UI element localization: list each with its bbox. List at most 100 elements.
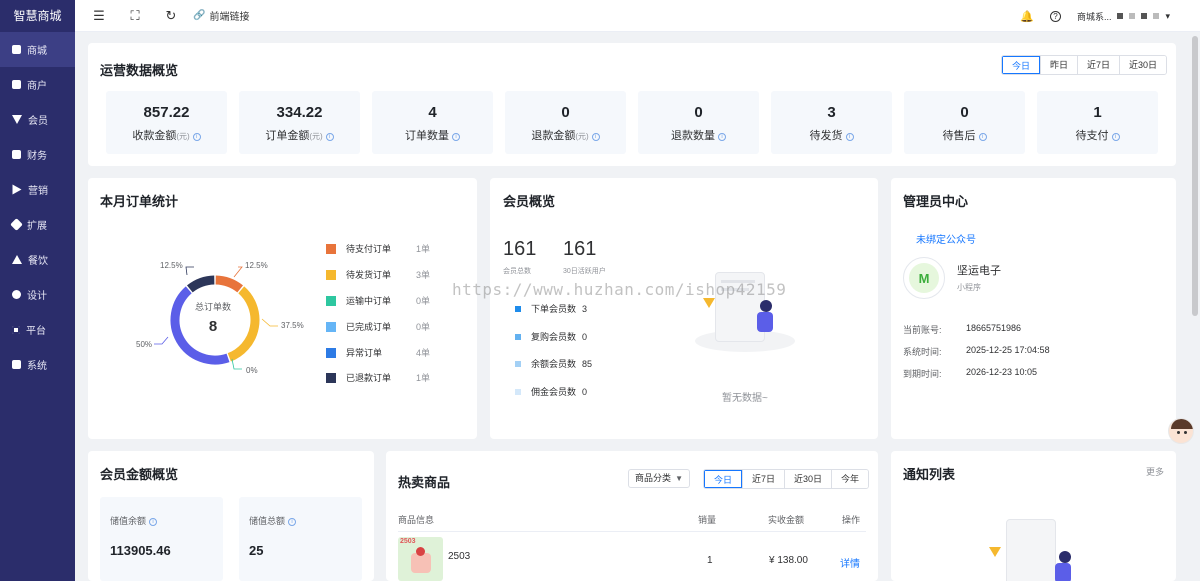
category-select[interactable]: 商品分类 ▼ (628, 469, 690, 488)
category-select-value: 商品分类 (635, 473, 672, 483)
notices-title: 通知列表 (903, 467, 956, 482)
sidebar-item-member[interactable]: 会员 (0, 102, 75, 137)
member-row-value: 3 (582, 303, 588, 314)
range-yesterday[interactable]: 昨日 (1040, 56, 1078, 74)
column-header-sales: 销量 (698, 515, 717, 525)
company-type: 小程序 (957, 283, 981, 292)
legend-label: 已退款订单 (346, 373, 392, 383)
expire-time-value: 2026-12-23 10:05 (966, 367, 1038, 377)
top-bar: ☰ ⛶ ↻ 🔗 前端链接 🔔 ? 商城系... ▾ (75, 0, 1200, 32)
stat-label: 订单金额(元) i (239, 127, 360, 143)
sidebar-item-platform[interactable]: 平台 (0, 312, 75, 347)
legend-item-shipping[interactable]: 运输中订单 0单 (326, 294, 430, 307)
stat-after-sales[interactable]: 0 待售后 i (904, 91, 1025, 154)
info-icon: i (149, 518, 158, 526)
unbind-official-account-link[interactable]: 未绑定公众号 (916, 231, 976, 246)
sidebar-item-label: 平台 (26, 326, 46, 337)
range-7days[interactable]: 近7日 (1077, 56, 1120, 74)
orders-card: 本月订单统计 (88, 178, 477, 439)
stat-value: 0 (694, 104, 703, 121)
member-row-label: 佣金会员数 (531, 387, 577, 397)
legend-swatch (326, 269, 336, 280)
slice-label: 0% (246, 366, 258, 375)
legend-item-completed[interactable]: 已完成订单 0单 (326, 320, 430, 333)
bell-icon[interactable]: 🔔 (1020, 10, 1034, 23)
stored-total-value: 25 (249, 543, 264, 558)
hot-range-30days[interactable]: 近30日 (784, 470, 832, 488)
info-icon: i (845, 133, 854, 141)
stat-to-pay[interactable]: 1 待支付 i (1037, 91, 1158, 154)
sidebar-item-merchant[interactable]: 商户 (0, 67, 75, 102)
hot-range-year[interactable]: 今年 (831, 470, 869, 488)
member-total-label: 会员总数 (503, 268, 531, 275)
user-menu[interactable]: 商城系... ▾ (1077, 10, 1170, 23)
notices-more-link[interactable]: 更多 (1146, 465, 1164, 478)
member-active-label: 30日活跃用户 (563, 268, 606, 275)
info-icon: i (978, 133, 987, 141)
account-label: 当前账号: (903, 325, 942, 335)
stat-value: 1 (1093, 104, 1102, 121)
table-divider (398, 531, 866, 532)
app-logo-title[interactable]: 智慧商城 (0, 0, 75, 32)
member-row-ordered: 下单会员数 3 (515, 302, 587, 315)
range-today[interactable]: 今日 (1002, 56, 1041, 74)
hot-range-today[interactable]: 今日 (704, 470, 743, 488)
legend-item-abnormal[interactable]: 异常订单 4单 (326, 346, 430, 359)
avatar-block (1117, 13, 1124, 19)
product-detail-link[interactable]: 详情 (840, 555, 860, 570)
marketing-icon (12, 184, 22, 195)
sidebar-item-finance[interactable]: 财务 (0, 137, 75, 172)
stat-to-ship[interactable]: 3 待发货 i (771, 91, 892, 154)
stat-order-count[interactable]: 4 订单数量 i (372, 91, 493, 154)
sidebar-item-design[interactable]: 设计 (0, 277, 75, 312)
donut-slice-5[interactable] (186, 275, 215, 293)
stat-refund-amount[interactable]: 0 退款金额(元) i (505, 91, 626, 154)
legend-count: 0单 (416, 296, 431, 306)
sidebar-item-catering[interactable]: 餐饮 (0, 242, 75, 277)
member-swatch (515, 333, 521, 340)
member-row-label: 下单会员数 (531, 304, 577, 314)
members-title: 会员概览 (503, 194, 556, 209)
legend-item-to-pay[interactable]: 待支付订单 1单 (326, 242, 430, 255)
refresh-icon[interactable]: ↻ (153, 0, 189, 32)
info-icon: i (192, 133, 201, 141)
member-swatch (515, 360, 521, 367)
column-header-amount: 实收金额 (768, 515, 805, 525)
legend-item-to-ship[interactable]: 待发货订单 3单 (326, 268, 430, 281)
empty-illustration (951, 511, 1081, 581)
frontend-link-label: 前端链接 (209, 12, 250, 23)
legend-swatch (326, 243, 336, 254)
column-header-product: 商品信息 (398, 515, 435, 525)
range-30days[interactable]: 近30日 (1119, 56, 1167, 74)
info-icon: i (718, 133, 726, 141)
member-total-value: 161 (503, 238, 537, 260)
fullscreen-icon[interactable]: ⛶ (117, 0, 153, 32)
legend-item-refunded[interactable]: 已退款订单 1单 (326, 371, 430, 384)
frontend-link[interactable]: 🔗 前端链接 (193, 8, 249, 23)
chevron-down-icon: ▾ (1165, 10, 1170, 21)
hot-range-7days[interactable]: 近7日 (742, 470, 785, 488)
help-icon[interactable]: ? (1049, 10, 1061, 22)
stored-total-label: 储值总额 i (249, 514, 297, 527)
merchant-icon (12, 80, 21, 89)
legend-swatch (326, 372, 336, 383)
member-row-value: 0 (582, 331, 588, 342)
scrollbar[interactable] (1192, 36, 1198, 316)
stat-order-amount[interactable]: 334.22 订单金额(元) i (239, 91, 360, 154)
legend-label: 异常订单 (346, 348, 383, 358)
stat-refund-count[interactable]: 0 退款数量 i (638, 91, 759, 154)
donut-slice-0[interactable] (215, 275, 244, 293)
sidebar-item-shop[interactable]: 商城 (0, 32, 75, 67)
assistant-avatar[interactable] (1168, 418, 1194, 444)
stat-collected-amount[interactable]: 857.22 收款金额(元) i (106, 91, 227, 154)
legend-count: 0单 (416, 322, 431, 332)
stored-balance-tile: 储值余额 i 113905.46 (100, 497, 223, 581)
stat-label: 待售后 i (904, 127, 1025, 143)
sidebar: 智慧商城 商城 商户 会员 财务 营销 扩展 餐饮 设计 平台 系统 (0, 0, 75, 581)
sidebar-item-label: 营销 (28, 186, 48, 197)
sidebar-item-system[interactable]: 系统 (0, 347, 75, 382)
sidebar-item-label: 会员 (28, 116, 48, 127)
sidebar-item-extension[interactable]: 扩展 (0, 207, 75, 242)
collapse-menu-icon[interactable]: ☰ (81, 0, 117, 32)
sidebar-item-marketing[interactable]: 营销 (0, 172, 75, 207)
